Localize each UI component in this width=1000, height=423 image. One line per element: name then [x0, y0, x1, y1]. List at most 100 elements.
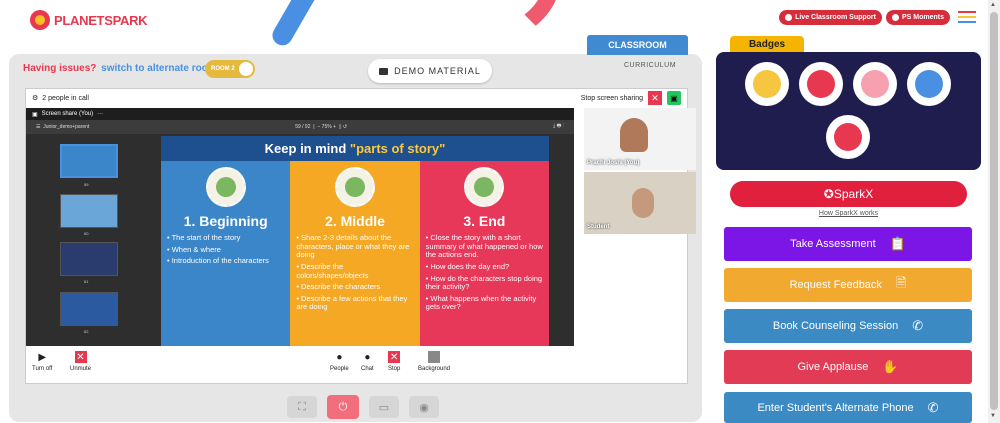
room-toggle[interactable]: ROOM 2: [205, 60, 255, 78]
camera-icon: ▶: [38, 351, 47, 363]
badge-star-icon[interactable]: [853, 62, 897, 106]
header-actions: Live Classroom Support PS Moments: [779, 8, 976, 26]
middle-illustration: [334, 167, 375, 207]
background-icon: [428, 351, 441, 363]
column-point: Share 2-3 details about the characters, …: [296, 233, 413, 260]
column-point: How do the characters stop doing their a…: [426, 274, 543, 292]
people-count: 2 people in call: [42, 94, 89, 102]
power-icon[interactable]: ⏻: [327, 395, 359, 419]
background-button[interactable]: Background: [418, 351, 450, 372]
decorative-arc-red: [360, 0, 560, 50]
call-top-bar: ⚙ 2 people in call Stop screen sharing ✕…: [26, 89, 687, 107]
people-button[interactable]: ● People: [330, 351, 349, 373]
stop-sharing-label: Stop screen sharing: [580, 94, 643, 102]
sparkx-button[interactable]: ✪ SparkX: [730, 181, 967, 207]
logo-text: PLANETSPARK: [54, 12, 148, 28]
mic-toggle[interactable]: ✕ Unmute: [70, 351, 91, 372]
classroom-controls: ⛶ ⏻ ▭ ◉: [287, 395, 439, 419]
settings-gear-icon[interactable]: ⚙: [32, 94, 38, 102]
chat-button[interactable]: ● Chat: [361, 351, 374, 373]
badge-bulb-icon[interactable]: [907, 62, 951, 106]
screen-share-label: Screen share (You): [41, 111, 94, 117]
live-classroom-support-button[interactable]: Live Classroom Support: [779, 9, 882, 25]
camera-toggle[interactable]: ▶ Turn off: [32, 351, 53, 373]
take-assessment-button[interactable]: Take Assessment 📋: [724, 227, 972, 261]
stop-sharing-button[interactable]: ✕: [648, 91, 662, 105]
thumbnail-page[interactable]: [60, 242, 118, 276]
thumbnail-number: 62: [84, 329, 89, 334]
stop-share-button[interactable]: ✕ Stop: [388, 351, 400, 372]
badges-title: Badges: [730, 36, 804, 53]
fullscreen-icon[interactable]: ⛶: [287, 396, 317, 418]
scroll-down-icon[interactable]: ▼: [990, 413, 996, 419]
slide-title-white: Keep in mind: [264, 141, 347, 156]
stop-share-icon: ✕: [388, 351, 401, 363]
phone-icon: ✆: [912, 318, 924, 333]
thumbnail-page[interactable]: [60, 194, 118, 228]
ps-moments-button[interactable]: PS Moments: [885, 9, 950, 25]
turn-off-label: Turn off: [32, 366, 53, 372]
scroll-up-icon[interactable]: ▲: [990, 2, 996, 8]
tab-curriculum[interactable]: CURRICULUM: [624, 62, 676, 69]
document-icon: 🗎: [895, 275, 907, 290]
more-options-icon[interactable]: ···: [97, 111, 103, 117]
phone-icon: ✆: [927, 399, 939, 415]
how-sparkx-link[interactable]: How SparkX works: [730, 210, 967, 217]
request-feedback-label: Request Feedback: [789, 279, 882, 291]
people-icon: ●: [336, 351, 343, 363]
book-counseling-button[interactable]: Book Counseling Session ✆: [724, 309, 972, 343]
people-label: People: [330, 366, 349, 372]
page-scrollbar[interactable]: ▲ ▼: [988, 0, 1000, 423]
palette-icon[interactable]: ◉: [409, 396, 439, 418]
toggle-knob: [239, 62, 253, 76]
request-feedback-button[interactable]: Request Feedback 🗎: [724, 268, 972, 302]
participant-tile-student[interactable]: Student: [584, 172, 696, 234]
moments-icon: [891, 13, 899, 21]
slide-content: Keep in mind "parts of story" 1. Beginni…: [161, 136, 549, 346]
classroom-panel: CLASSROOM CURRICULUM Having issues? swit…: [9, 35, 702, 422]
issues-message: Having issues? switch to alternate room: [23, 63, 217, 74]
pdf-zoom: 75%: [321, 124, 332, 130]
badge-robot-icon[interactable]: [826, 115, 870, 159]
screen-icon[interactable]: ▭: [369, 396, 399, 418]
scrollbar-thumb[interactable]: [990, 12, 998, 410]
thumbnail-page[interactable]: [60, 144, 118, 178]
column-point: Close the story with a short summary of …: [426, 233, 543, 260]
demo-material-label: DEMO MATERIAL: [394, 66, 481, 76]
column-heading: 1. Beginning: [183, 213, 268, 229]
alternate-phone-label: Enter Student's Alternate Phone: [757, 401, 914, 414]
applause-icon: ✋: [882, 359, 899, 374]
switch-room-link[interactable]: switch to alternate room: [101, 63, 217, 74]
alternate-phone-button[interactable]: Enter Student's Alternate Phone ✆: [724, 392, 972, 423]
badge-trophy-icon[interactable]: [745, 62, 789, 106]
pdf-total: / 92: [302, 124, 311, 130]
live-support-label: Live Classroom Support: [795, 13, 876, 21]
pdf-page: 59: [295, 124, 301, 130]
pdf-page-controls: 59 / 92 | − 75% + ▯ ↺: [295, 124, 348, 130]
chat-icon: ●: [364, 351, 371, 363]
badge-hand-icon[interactable]: [799, 62, 843, 106]
participant-name: Prachi Joshi (You): [587, 160, 640, 166]
give-applause-button[interactable]: Give Applause ✋: [724, 350, 972, 384]
demo-material-button[interactable]: DEMO MATERIAL: [368, 59, 492, 83]
thumbnail-page[interactable]: [60, 292, 118, 326]
layout-icon[interactable]: ▣: [667, 91, 681, 105]
background-label: Background: [418, 366, 451, 372]
hamburger-menu-icon[interactable]: [958, 8, 976, 26]
column-point: Describe the colors/shapes/objects: [296, 262, 413, 280]
student-avatar: [632, 188, 654, 218]
support-icon: [785, 13, 793, 21]
tab-classroom[interactable]: CLASSROOM: [587, 35, 688, 55]
stop-label: Stop: [388, 366, 401, 372]
issues-text: Having issues?: [23, 63, 97, 74]
pdf-actions: ⤓ 🖶 ⋮: [553, 123, 564, 129]
slide-column-beginning: 1. Beginning The start of the story When…: [161, 161, 291, 346]
sparkx-icon: ✪: [823, 187, 834, 201]
participant-tile-teacher[interactable]: Prachi Joshi (You): [584, 108, 696, 170]
planetspark-logo[interactable]: PLANETSPARK: [30, 10, 148, 30]
slide-title: Keep in mind "parts of story": [161, 136, 549, 161]
end-illustration: [464, 167, 505, 207]
beginning-illustration: [205, 167, 246, 207]
screen-share-bar: ▣ Screen share (You) ···: [26, 108, 574, 120]
column-point: Describe the characters: [296, 282, 413, 292]
